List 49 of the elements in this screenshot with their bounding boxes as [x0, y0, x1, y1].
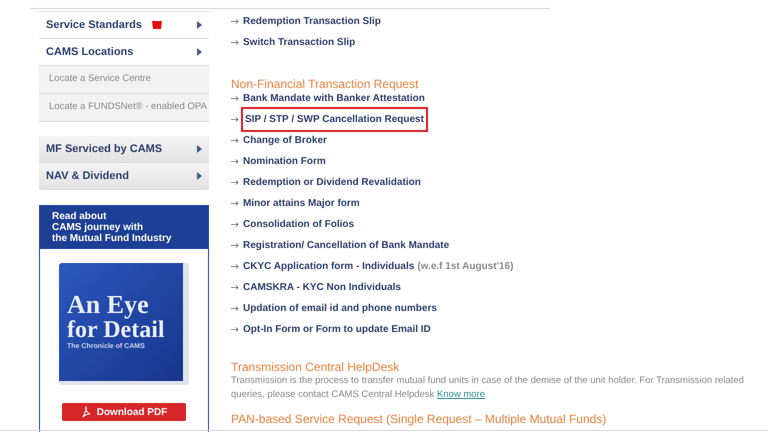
arrow-icon: [231, 117, 239, 122]
arrow-icon: [231, 222, 239, 227]
arrow-icon: [231, 306, 239, 311]
form-link[interactable]: Switch Transaction Slip: [243, 35, 356, 50]
arrow-icon: [231, 159, 239, 164]
arrow-icon: [231, 285, 239, 290]
menu-item-label: MF Serviced by CAMS: [46, 142, 162, 157]
section-heading: Non-Financial Transaction Request: [231, 77, 420, 91]
date-note: (w.e.f 1st August'16): [417, 260, 514, 274]
menu-item-label: CAMS Locations: [46, 44, 134, 60]
book-title: for Detail: [67, 318, 166, 342]
form-link[interactable]: Minor attains Major form: [243, 196, 360, 211]
caret-icon: [197, 48, 202, 56]
pdf-icon: [80, 406, 91, 418]
form-link[interactable]: Redemption or Dividend Revalidation: [243, 175, 421, 190]
caret-icon: [197, 21, 202, 29]
section-heading: PAN-based Service Request (Single Request – Multiple Mutual Funds): [231, 412, 608, 426]
arrow-icon: [231, 201, 239, 206]
form-link[interactable]: Nomination Form: [243, 154, 326, 169]
form-link[interactable]: Bank Mandate with Banker Attestation: [243, 91, 425, 106]
download-pdf-button[interactable]: Download PDF: [62, 403, 186, 421]
menu-item-label: NAV & Dividend: [46, 168, 129, 184]
form-link[interactable]: Registration/ Cancellation of Bank Mandate: [243, 238, 450, 253]
caret-icon: [197, 145, 202, 153]
arrow-icon: [231, 180, 239, 185]
menu-item-label: Service Standards: [46, 18, 142, 33]
arrow-icon: [231, 138, 239, 143]
form-link[interactable]: Change of Broker: [243, 133, 327, 148]
form-link[interactable]: Opt-In Form or Form to update Email ID: [243, 322, 431, 337]
section-heading: Transmission Central HelpDesk: [231, 360, 400, 374]
arrow-icon: [231, 327, 239, 332]
arrow-icon: [231, 19, 239, 24]
arrow-icon: [231, 40, 239, 45]
form-link[interactable]: Updation of email id and phone numbers: [243, 301, 437, 316]
arrow-icon: [231, 96, 239, 101]
arrow-icon: [231, 264, 239, 269]
sidebar-menu-item[interactable]: MF Serviced by CAMS: [39, 136, 209, 163]
arrow-icon: [231, 243, 239, 248]
form-link[interactable]: Consolidation of Folios: [243, 217, 354, 232]
promo-headline: Read about CAMS journey with the Mutual Fund Industry: [40, 206, 208, 249]
form-link[interactable]: SIP / STP / SWP Cancellation Request: [243, 109, 426, 130]
form-link[interactable]: CAMSKRA - KYC Non Individuals: [243, 280, 401, 295]
form-link[interactable]: CKYC Application form - Individuals: [243, 259, 414, 274]
caret-icon: [197, 172, 202, 180]
transmission-description: Transmission is the process to transfer mutual fund units in case of the demise of the unit holder. For Transmission related queries, please contact CAMS Central Helpdesk Know more: [231, 374, 745, 402]
book-title: An Eye: [67, 292, 150, 318]
know-more-link[interactable]: Know more: [436, 389, 485, 400]
sidebar-menu-item[interactable]: NAV & Dividend: [39, 163, 209, 190]
form-link[interactable]: Redemption Transaction Slip: [243, 14, 381, 29]
